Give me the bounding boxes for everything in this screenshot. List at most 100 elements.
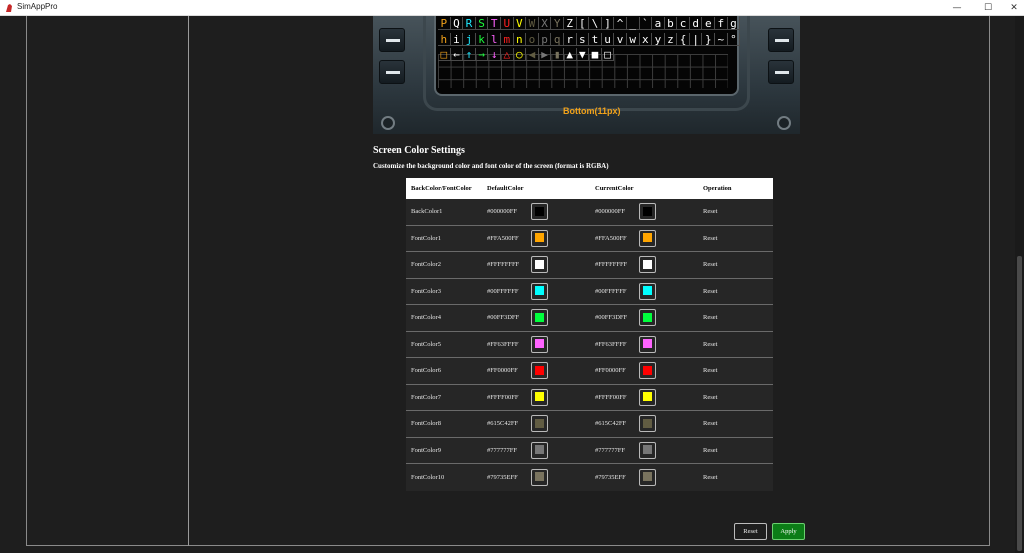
current-color-picker[interactable] [639,388,656,406]
window-title: SimAppPro [17,2,58,11]
right-side-button-1[interactable] [768,28,794,52]
section-title: Screen Color Settings [373,145,465,156]
row-reset-link[interactable]: Reset [703,394,773,401]
screen-char: W [526,17,539,30]
screen-char-row: h i j k l m n o p q r s t u v w x y z{|} ~ ° [438,33,741,46]
default-color-swatch [531,415,548,433]
screen-char: } [702,33,716,46]
current-color-cell: #79735EFF [595,468,703,486]
reset-all-button[interactable]: Reset [734,523,767,540]
current-color-picker[interactable] [639,256,656,274]
screen-char: □ [601,48,615,61]
default-color-swatch [531,388,548,406]
screen-char: z [664,33,678,46]
screen-char: q [551,33,564,46]
screen-char: t [589,33,602,46]
current-color-cell: #00FF3DFF [595,309,703,327]
left-side-button-2[interactable] [379,60,405,84]
current-color-cell: #00FFFFFF [595,282,703,300]
default-color-hex: #FFA500FF [487,234,519,242]
screen-char: U [500,17,514,30]
default-color-hex: #FFFF00FF [487,393,519,401]
screen-char: d [689,17,703,30]
left-panel-divider [188,16,189,546]
apply-button[interactable]: Apply [772,523,805,540]
color-name: FontColor6 [411,367,441,375]
maximize-button[interactable]: ☐ [978,2,998,14]
default-color-cell: #00FFFFFF [487,282,595,300]
default-color-hex: #FFFFFFFF [487,261,520,269]
close-button[interactable]: ✕ [1004,2,1024,14]
color-name: FontColor5 [411,340,441,348]
color-name: FontColor3 [411,287,441,295]
current-color-hex: #79735EFF [595,473,626,481]
current-color-hex: #00FFFFFF [595,287,627,295]
row-reset-link[interactable]: Reset [703,367,773,374]
current-color-cell: #000000FF [595,203,703,221]
table-row: BackColor1 #000000FF #000000FF Reset [406,199,773,226]
current-color-picker[interactable] [639,203,656,221]
table-row: FontColor3 #00FFFFFF #00FFFFFF Reset [406,278,773,305]
screen-char: ▲ [563,48,577,61]
table-row: FontColor6 #FF0000FF #FF0000FF Reset [406,358,773,385]
current-color-picker[interactable] [639,362,656,380]
current-color-picker[interactable] [639,468,656,486]
color-name: FontColor9 [411,446,441,454]
left-side-button-1[interactable] [379,28,405,52]
minimize-button[interactable]: — [947,2,967,14]
color-settings-table: BackColor/FontColor DefaultColor Current… [406,178,773,491]
screen-char: e [702,17,716,30]
table-row: FontColor8 #615C42FF #615C42FF Reset [406,411,773,438]
table-row: FontColor2 #FFFFFFFF #FFFFFFFF Reset [406,252,773,279]
screen-char: ] [601,17,615,30]
screen-char: □ [438,48,451,61]
current-color-cell: #FFA500FF [595,229,703,247]
current-color-hex: #FF0000FF [595,367,626,375]
default-color-hex: #FF0000FF [487,367,518,375]
right-side-button-2[interactable] [768,60,794,84]
screen-char: u [601,33,615,46]
app-logo-icon [6,4,12,12]
vertical-scrollbar[interactable] [1015,16,1024,553]
row-reset-link[interactable]: Reset [703,208,773,215]
default-color-cell: #FFA500FF [487,229,595,247]
current-color-picker[interactable] [639,309,656,327]
current-color-picker[interactable] [639,441,656,459]
default-color-hex: #00FFFFFF [487,287,519,295]
header-current-color: CurrentColor [595,185,634,192]
screen-char: g [727,17,741,30]
current-color-hex: #FFA500FF [595,234,627,242]
current-color-picker[interactable] [639,415,656,433]
screen-char: ↑ [463,48,476,61]
screen-char: o [526,33,539,46]
current-color-picker[interactable] [639,335,656,353]
default-color-cell: #FF0000FF [487,362,595,380]
bottom-margin-label: Bottom(11px) [563,106,621,116]
current-color-cell: #FFFFFFFF [595,256,703,274]
screen-char: ○ [513,48,527,61]
title-bar: SimAppPro — ☐ ✕ [0,0,1024,16]
row-reset-link[interactable]: Reset [703,474,773,481]
scrollbar-thumb[interactable] [1017,256,1022,551]
current-color-hex: #000000FF [595,208,625,216]
row-reset-link[interactable]: Reset [703,261,773,268]
row-reset-link[interactable]: Reset [703,447,773,454]
screen-char: a [652,17,665,30]
header-default-color: DefaultColor [487,185,524,192]
row-reset-link[interactable]: Reset [703,314,773,321]
default-color-hex: #00FF3DFF [487,314,520,322]
current-color-picker[interactable] [639,282,656,300]
screen-char: b [664,17,678,30]
row-reset-link[interactable]: Reset [703,288,773,295]
screen-char: v [614,33,627,46]
row-reset-link[interactable]: Reset [703,235,773,242]
default-color-swatch [531,256,548,274]
screw-right-icon [777,116,791,130]
row-reset-link[interactable]: Reset [703,420,773,427]
screen-char: \ [589,17,602,30]
default-color-hex: #000000FF [487,208,517,216]
default-color-cell: #777777FF [487,441,595,459]
current-color-picker[interactable] [639,229,656,247]
screen-char: Z [563,17,577,30]
row-reset-link[interactable]: Reset [703,341,773,348]
